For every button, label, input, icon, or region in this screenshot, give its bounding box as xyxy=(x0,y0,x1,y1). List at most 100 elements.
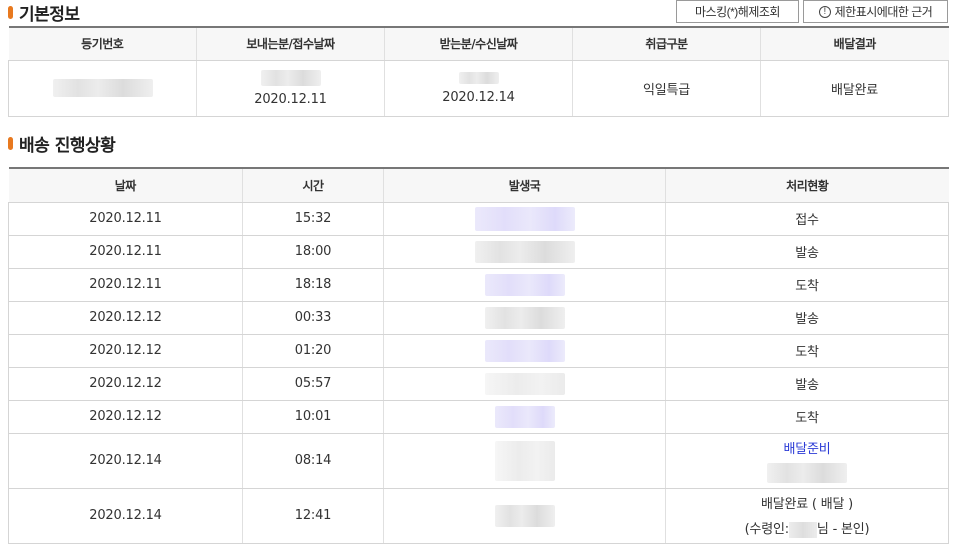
progress-header-row: 날짜 시간 발생국 처리현황 xyxy=(8,168,949,203)
row-status: 도착 xyxy=(665,334,949,368)
status-stack: 배달완료 ( 배달 ) (수령인: 님 - 본인) xyxy=(666,493,948,538)
row-date: 2020.12.11 xyxy=(8,268,243,302)
sender-cell: 2020.12.11 xyxy=(196,60,385,117)
row-office xyxy=(383,400,666,434)
sender-stack: 2020.12.11 xyxy=(197,69,384,107)
receiver-line: (수령인: 님 - 본인) xyxy=(745,518,870,538)
registration-number-cell xyxy=(8,60,197,117)
masked-office-link[interactable] xyxy=(494,405,555,428)
row-status: 발송 xyxy=(665,301,949,335)
row-time: 00:33 xyxy=(242,301,384,335)
col-handling-type: 취급구분 xyxy=(572,27,761,61)
row-time: 18:18 xyxy=(242,268,384,302)
masked-receiver xyxy=(788,521,817,538)
col-status: 처리현황 xyxy=(665,168,949,203)
col-registration-number: 등기번호 xyxy=(8,27,197,61)
row-time: 18:00 xyxy=(242,235,384,269)
col-date: 날짜 xyxy=(8,168,243,203)
unmask-button-label: 마스킹(*)해제조회 xyxy=(695,5,780,19)
table-row: 2020.12.14 08:14 배달준비 xyxy=(8,433,949,489)
progress-table: 날짜 시간 발생국 처리현황 2020.12.11 15:32 접수 2020.… xyxy=(8,167,949,544)
row-time: 01:20 xyxy=(242,334,384,368)
masked-sender-name xyxy=(260,69,321,86)
table-row: 2020.12.11 18:18 도착 xyxy=(8,268,949,302)
table-row: 2020.12.12 00:33 발송 xyxy=(8,301,949,335)
table-row: 2020.12.14 12:41 배달완료 ( 배달 ) (수령인: 님 - 본인… xyxy=(8,488,949,544)
table-row: 2020.12.12 05:57 발송 xyxy=(8,367,949,401)
basic-info-title: 기본정보 xyxy=(19,5,80,25)
masked-office-link[interactable] xyxy=(484,339,565,362)
col-time: 시간 xyxy=(242,168,384,203)
row-office xyxy=(383,367,666,401)
masked-office-link[interactable] xyxy=(484,372,565,395)
col-office: 발생국 xyxy=(383,168,666,203)
progress-title: 배송 진행상황 xyxy=(19,136,116,156)
delivery-ready-link[interactable]: 배달준비 xyxy=(783,438,830,457)
masked-office-link[interactable] xyxy=(494,440,555,481)
masked-office-link[interactable] xyxy=(494,504,555,527)
basic-info-header-row: 등기번호 보내는분/접수날짜 받는분/수신날짜 취급구분 배달결과 xyxy=(8,27,949,61)
col-sender-date: 보내는분/접수날짜 xyxy=(196,27,385,61)
row-status: 배달완료 ( 배달 ) (수령인: 님 - 본인) xyxy=(665,488,949,544)
masked-office-link[interactable] xyxy=(484,273,565,296)
table-row: 2020.12.11 18:00 발송 xyxy=(8,235,949,269)
basic-info-table: 등기번호 보내는분/접수날짜 받는분/수신날짜 취급구분 배달결과 2020.1… xyxy=(8,26,949,117)
delivery-complete-text: 배달완료 ( 배달 ) xyxy=(760,497,854,513)
row-date: 2020.12.12 xyxy=(8,367,243,401)
row-office xyxy=(383,334,666,368)
unmask-button[interactable]: 마스킹(*)해제조회 xyxy=(676,0,799,23)
row-time: 12:41 xyxy=(242,488,384,544)
masked-carrier-info xyxy=(767,463,847,483)
masked-office-link[interactable] xyxy=(474,206,575,231)
row-date: 2020.12.11 xyxy=(8,202,243,236)
receiver-prefix: (수령인: xyxy=(744,522,790,538)
row-time: 05:57 xyxy=(242,367,384,401)
col-receiver-date: 받는분/수신날짜 xyxy=(384,27,573,61)
restriction-info-label: 제한표시에대한 근거 xyxy=(834,5,933,19)
masked-office-link[interactable] xyxy=(474,240,575,263)
section-bullet-icon xyxy=(8,6,13,19)
row-status: 발송 xyxy=(665,235,949,269)
table-row: 2020.12.12 10:01 도착 xyxy=(8,400,949,434)
masked-office-link[interactable] xyxy=(484,306,565,329)
row-date: 2020.12.12 xyxy=(8,301,243,335)
restriction-info-button[interactable]: ! 제한표시에대한 근거 xyxy=(803,0,948,23)
row-office xyxy=(383,433,666,489)
table-row: 2020.12.11 15:32 접수 xyxy=(8,202,949,236)
row-date: 2020.12.12 xyxy=(8,400,243,434)
handling-type-cell: 익일특급 xyxy=(572,60,761,117)
row-status: 접수 xyxy=(665,202,949,236)
receiver-suffix: 님 - 본인) xyxy=(816,522,870,538)
row-status: 도착 xyxy=(665,400,949,434)
receiver-stack: 2020.12.14 xyxy=(385,71,572,105)
row-time: 08:14 xyxy=(242,433,384,489)
row-status: 발송 xyxy=(665,367,949,401)
row-date: 2020.12.14 xyxy=(8,433,243,489)
row-office xyxy=(383,301,666,335)
col-delivery-result: 배달결과 xyxy=(760,27,949,61)
row-status: 배달준비 xyxy=(665,433,949,489)
masked-receiver-name xyxy=(458,71,499,84)
row-time: 10:01 xyxy=(242,400,384,434)
row-office xyxy=(383,268,666,302)
info-circle-icon: ! xyxy=(818,5,831,18)
section-bullet-icon xyxy=(8,137,13,150)
receiver-cell: 2020.12.14 xyxy=(384,60,573,117)
progress-header: 배송 진행상황 xyxy=(8,131,116,156)
row-time: 15:32 xyxy=(242,202,384,236)
masked-registration-number xyxy=(52,79,153,97)
basic-info-header: 기본정보 xyxy=(8,0,80,25)
row-office xyxy=(383,202,666,236)
row-office xyxy=(383,235,666,269)
row-status: 도착 xyxy=(665,268,949,302)
basic-info-row: 2020.12.11 2020.12.14 익일특급 배달완료 xyxy=(8,60,949,117)
row-date: 2020.12.14 xyxy=(8,488,243,544)
row-date: 2020.12.11 xyxy=(8,235,243,269)
status-stack: 배달준비 xyxy=(666,438,948,483)
send-date: 2020.12.11 xyxy=(254,91,327,107)
delivery-result-cell: 배달완료 xyxy=(760,60,949,117)
row-office xyxy=(383,488,666,544)
recv-date: 2020.12.14 xyxy=(442,89,515,105)
table-row: 2020.12.12 01:20 도착 xyxy=(8,334,949,368)
row-date: 2020.12.12 xyxy=(8,334,243,368)
